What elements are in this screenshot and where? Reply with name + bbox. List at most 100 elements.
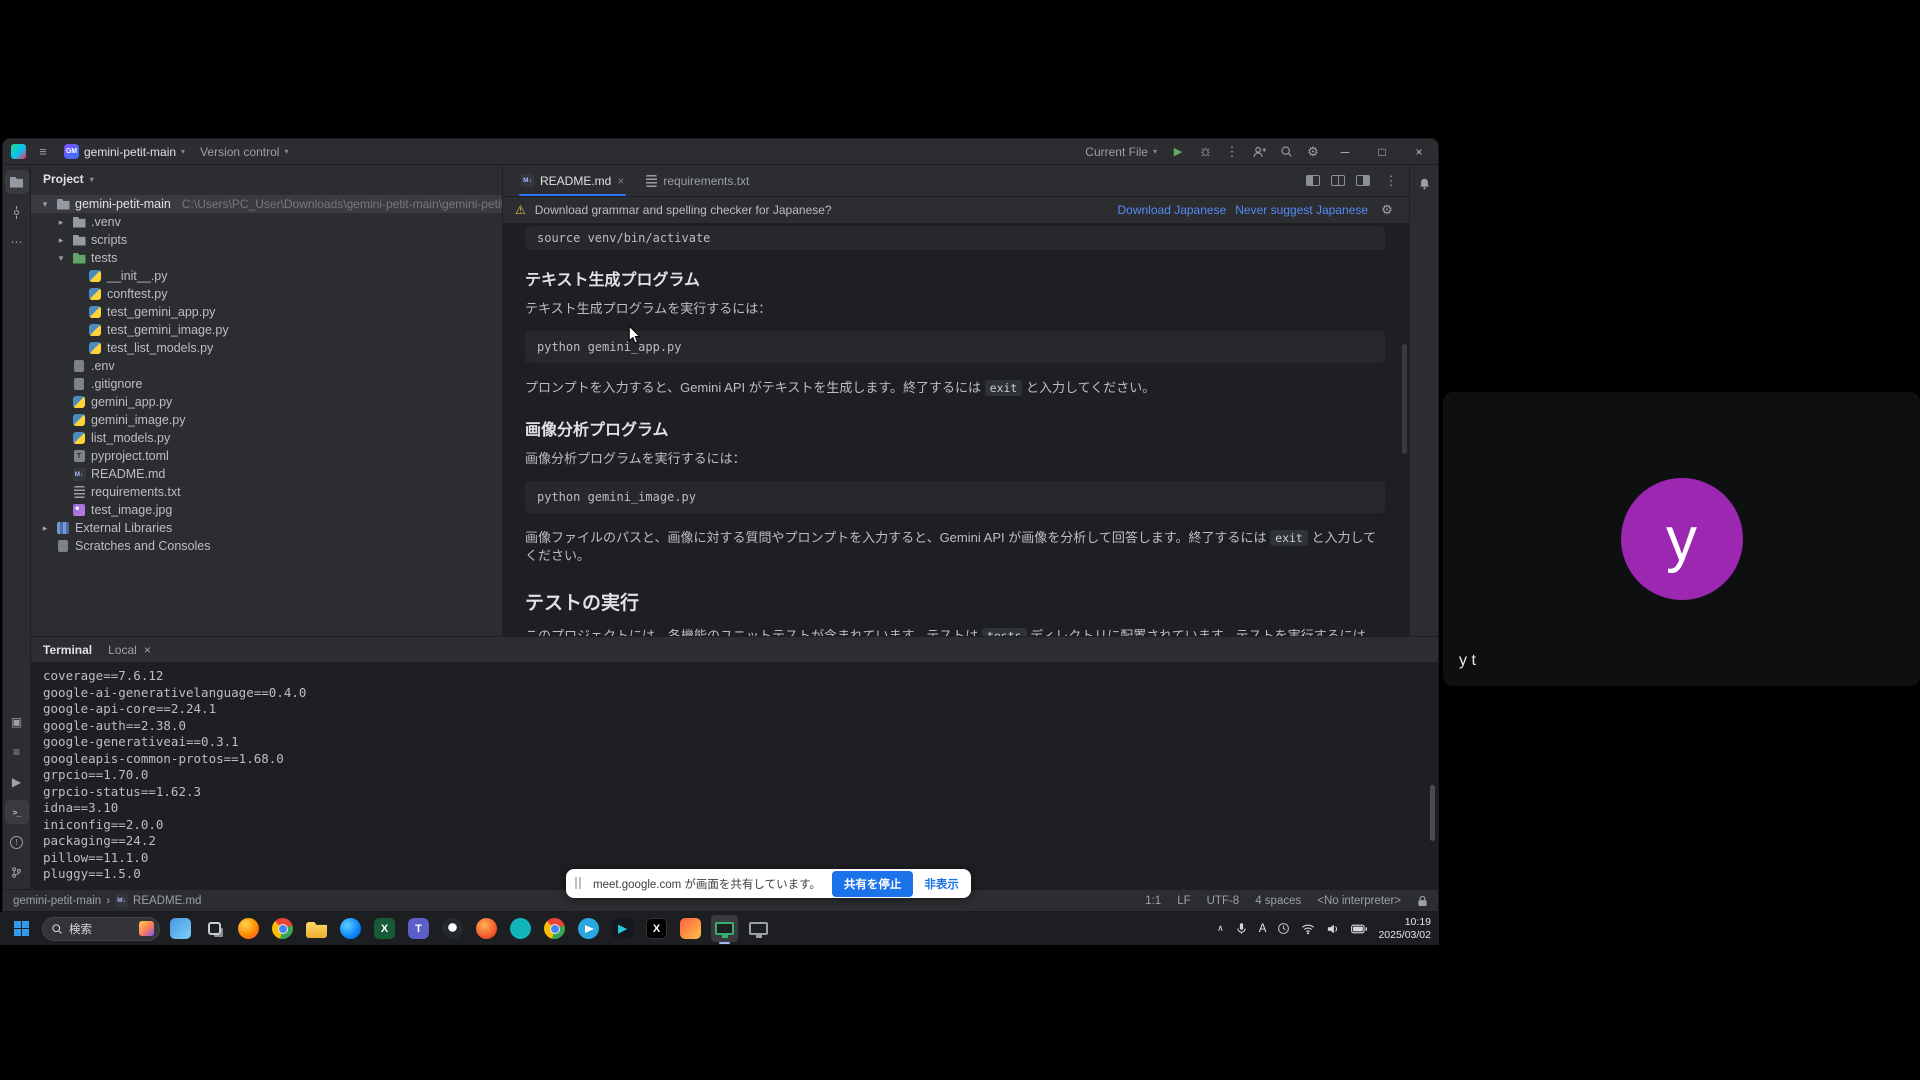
taskbar-app-widgets[interactable] (167, 915, 194, 942)
taskbar-app-media-player[interactable]: ▶ (609, 915, 636, 942)
code-with-me-button[interactable] (1249, 142, 1269, 162)
python-packages-tool-button[interactable]: ▣ (5, 710, 29, 734)
battery-icon[interactable] (1351, 924, 1367, 934)
run-configuration-selector[interactable]: Current File ▾ (1081, 143, 1161, 161)
problems-tool-button[interactable]: ! (5, 830, 29, 854)
taskbar-app-connected-display[interactable] (745, 915, 772, 942)
line-ending-widget[interactable]: LF (1177, 895, 1190, 907)
download-japanese-link[interactable]: Download Japanese (1118, 203, 1227, 217)
tree-item-external-libraries[interactable]: ▸ External Libraries (31, 519, 502, 537)
tree-item-gemini-image-py[interactable]: gemini_image.py (31, 411, 502, 429)
breadcrumb-project[interactable]: gemini-petit-main (13, 895, 101, 907)
tree-item-test-list-models-py[interactable]: test_list_models.py (31, 339, 502, 357)
taskbar-app-excel[interactable]: X (371, 915, 398, 942)
preview-only-layout-icon[interactable] (1356, 175, 1370, 186)
taskbar-app-screen-share[interactable] (711, 915, 738, 942)
volume-icon[interactable] (1326, 923, 1340, 935)
version-control-tool-button[interactable] (5, 860, 29, 884)
tree-item-env[interactable]: .env (31, 357, 502, 375)
tree-item-scratches[interactable]: Scratches and Consoles (31, 537, 502, 555)
notifications-button[interactable] (1412, 172, 1436, 196)
stop-sharing-button[interactable]: 共有を停止 (832, 871, 914, 897)
banner-settings-gear-icon[interactable]: ⚙ (1377, 200, 1397, 220)
tree-item-gitignore[interactable]: .gitignore (31, 375, 502, 393)
services-tool-button[interactable]: ▶ (5, 770, 29, 794)
search-everywhere-button[interactable] (1276, 142, 1296, 162)
lock-icon[interactable] (1417, 895, 1428, 907)
markdown-preview[interactable]: source venv/bin/activate テキスト生成プログラム テキス… (503, 224, 1409, 636)
split-layout-icon[interactable] (1331, 175, 1345, 186)
terminal-scrollbar[interactable] (1430, 785, 1435, 841)
terminal-output[interactable]: coverage==7.6.12 google-ai-generativelan… (31, 663, 1438, 883)
tree-item-venv[interactable]: ▸ .venv (31, 213, 502, 231)
project-widget[interactable]: GM gemini-petit-main ▾ (60, 142, 189, 161)
tree-item-scripts[interactable]: ▸ scripts (31, 231, 502, 249)
editor-options-kebab-icon[interactable]: ⋮ (1381, 171, 1401, 191)
tab-requirements-txt[interactable]: requirements.txt (636, 165, 759, 196)
tree-item-init-py[interactable]: __init__.py (31, 267, 502, 285)
project-panel-header[interactable]: Project ▾ (31, 165, 502, 193)
more-tool-windows-button[interactable]: ⋯ (5, 230, 29, 254)
tab-readme-md[interactable]: M↓ README.md × (511, 165, 634, 196)
caret-position-widget[interactable]: 1:1 (1145, 895, 1161, 907)
never-suggest-link[interactable]: Never suggest Japanese (1235, 203, 1368, 217)
chevron-expanded-icon[interactable]: ▾ (55, 253, 67, 264)
settings-button[interactable]: ⚙ (1303, 142, 1323, 162)
terminal-tab-local[interactable]: Local × (108, 643, 151, 657)
taskbar-app-firefox-2[interactable] (473, 915, 500, 942)
window-minimize-button[interactable]: ─ (1330, 140, 1360, 164)
terminal-panel-title[interactable]: Terminal (43, 643, 92, 657)
taskbar-app-task-view[interactable] (201, 915, 228, 942)
taskbar-app-chrome[interactable] (269, 915, 296, 942)
pycharm-logo-icon[interactable] (11, 144, 26, 159)
close-icon[interactable]: × (144, 643, 151, 657)
taskbar-app-chrome-profile[interactable] (541, 915, 568, 942)
taskbar-app-teams[interactable]: T (405, 915, 432, 942)
tree-item-test-image-jpg[interactable]: test_image.jpg (31, 501, 502, 519)
clock-tray-icon[interactable] (1277, 922, 1290, 935)
editor-only-layout-icon[interactable] (1306, 175, 1320, 186)
tree-item-requirements-txt[interactable]: requirements.txt (31, 483, 502, 501)
editor-scrollbar[interactable] (1402, 344, 1407, 454)
taskbar-app-deepl[interactable] (507, 915, 534, 942)
terminal-tool-button[interactable]: >_ (5, 800, 29, 824)
tree-item-test-gemini-app-py[interactable]: test_gemini_app.py (31, 303, 502, 321)
microphone-icon[interactable] (1235, 922, 1248, 935)
interpreter-widget[interactable]: <No interpreter> (1317, 895, 1401, 907)
drag-handle-icon[interactable] (574, 877, 582, 889)
ime-indicator[interactable]: A (1259, 923, 1267, 935)
run-button[interactable]: ▶ (1168, 142, 1188, 162)
tree-item-readme-md[interactable]: M↓ README.md (31, 465, 502, 483)
taskbar-app-x[interactable]: X (643, 915, 670, 942)
window-maximize-button[interactable]: □ (1367, 140, 1397, 164)
taskbar-clock[interactable]: 10:19 2025/03/02 (1378, 916, 1431, 941)
taskbar-app-github[interactable] (439, 915, 466, 942)
tree-item-test-gemini-image-py[interactable]: test_gemini_image.py (31, 321, 502, 339)
tree-item-gemini-app-py[interactable]: gemini_app.py (31, 393, 502, 411)
tree-item-list-models-py[interactable]: list_models.py (31, 429, 502, 447)
taskbar-app-telegram[interactable] (575, 915, 602, 942)
structure-tool-button[interactable]: ≡ (5, 740, 29, 764)
tree-item-tests[interactable]: ▾ tests (31, 249, 502, 267)
project-tool-button[interactable] (5, 170, 29, 194)
close-icon[interactable]: × (617, 174, 624, 188)
hide-share-bar-link[interactable]: 非表示 (924, 876, 959, 892)
indent-widget[interactable]: 4 spaces (1255, 895, 1301, 907)
taskbar-app-file-explorer[interactable] (303, 915, 330, 942)
start-button[interactable] (8, 915, 35, 942)
hidden-icons-chevron[interactable]: ∧ (1217, 923, 1224, 934)
tree-item-project-root[interactable]: ▾ gemini-petit-main C:\Users\PC_User\Dow… (31, 195, 502, 213)
tree-item-conftest-py[interactable]: conftest.py (31, 285, 502, 303)
debug-button[interactable] (1195, 142, 1215, 162)
vcs-widget[interactable]: Version control ▾ (196, 143, 292, 161)
taskbar-app-outlook[interactable] (337, 915, 364, 942)
chevron-collapsed-icon[interactable]: ▸ (39, 523, 51, 534)
chevron-collapsed-icon[interactable]: ▸ (55, 217, 67, 228)
chevron-expanded-icon[interactable]: ▾ (39, 199, 51, 210)
taskbar-app-firefox[interactable] (235, 915, 262, 942)
commit-tool-button[interactable] (5, 200, 29, 224)
taskbar-app-office[interactable] (677, 915, 704, 942)
more-actions-kebab-icon[interactable]: ⋮ (1222, 142, 1242, 162)
window-close-button[interactable]: × (1404, 140, 1434, 164)
main-menu-hamburger-icon[interactable]: ≡ (33, 142, 53, 162)
